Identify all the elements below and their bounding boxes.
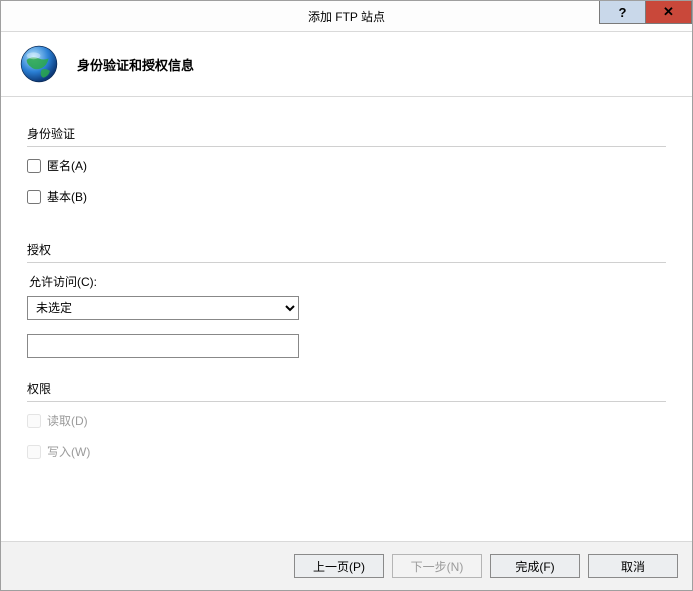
- back-button[interactable]: 上一页(P): [294, 554, 384, 578]
- page-subtitle: 身份验证和授权信息: [77, 55, 194, 74]
- permissions-group-rule: [27, 401, 666, 402]
- anonymous-checkbox[interactable]: [27, 159, 41, 173]
- cancel-button[interactable]: 取消: [588, 554, 678, 578]
- titlebar: 添加 FTP 站点 ? ✕: [1, 1, 692, 32]
- window-title: 添加 FTP 站点: [1, 8, 692, 25]
- permissions-group-label: 权限: [27, 380, 666, 397]
- allow-access-label: 允许访问(C):: [29, 273, 666, 290]
- back-button-label: 上一页(P): [313, 558, 365, 575]
- allow-access-select[interactable]: 未选定: [27, 296, 299, 320]
- authorization-text-input: [27, 334, 299, 358]
- anonymous-row: 匿名(A): [27, 157, 666, 174]
- read-row: 读取(D): [27, 412, 666, 429]
- cancel-button-label: 取消: [621, 558, 645, 575]
- read-checkbox: [27, 414, 41, 428]
- window-buttons: ? ✕: [599, 1, 692, 31]
- next-button-label: 下一步(N): [411, 558, 464, 575]
- write-label: 写入(W): [47, 443, 90, 460]
- footer: 上一页(P) 下一步(N) 完成(F) 取消: [1, 541, 692, 590]
- write-checkbox: [27, 445, 41, 459]
- header-panel: 身份验证和授权信息: [1, 32, 692, 97]
- auth-group-label: 身份验证: [27, 125, 666, 142]
- basic-label[interactable]: 基本(B): [47, 188, 87, 205]
- authorization-group-label: 授权: [27, 241, 666, 258]
- basic-row: 基本(B): [27, 188, 666, 205]
- finish-button[interactable]: 完成(F): [490, 554, 580, 578]
- auth-group-rule: [27, 146, 666, 147]
- read-label: 读取(D): [47, 412, 88, 429]
- globe-icon: [17, 42, 61, 86]
- content-area: 身份验证 匿名(A) 基本(B) 授权 允许访问(C): 未选定 权限 读取(D…: [1, 97, 692, 541]
- help-icon: ?: [619, 5, 627, 20]
- close-button[interactable]: ✕: [645, 1, 692, 24]
- help-button[interactable]: ?: [599, 1, 645, 24]
- wizard-window: 添加 FTP 站点 ? ✕: [0, 0, 693, 591]
- authorization-group-rule: [27, 262, 666, 263]
- write-row: 写入(W): [27, 443, 666, 460]
- basic-checkbox[interactable]: [27, 190, 41, 204]
- close-icon: ✕: [663, 4, 674, 20]
- next-button: 下一步(N): [392, 554, 482, 578]
- finish-button-label: 完成(F): [515, 558, 554, 575]
- anonymous-label[interactable]: 匿名(A): [47, 157, 87, 174]
